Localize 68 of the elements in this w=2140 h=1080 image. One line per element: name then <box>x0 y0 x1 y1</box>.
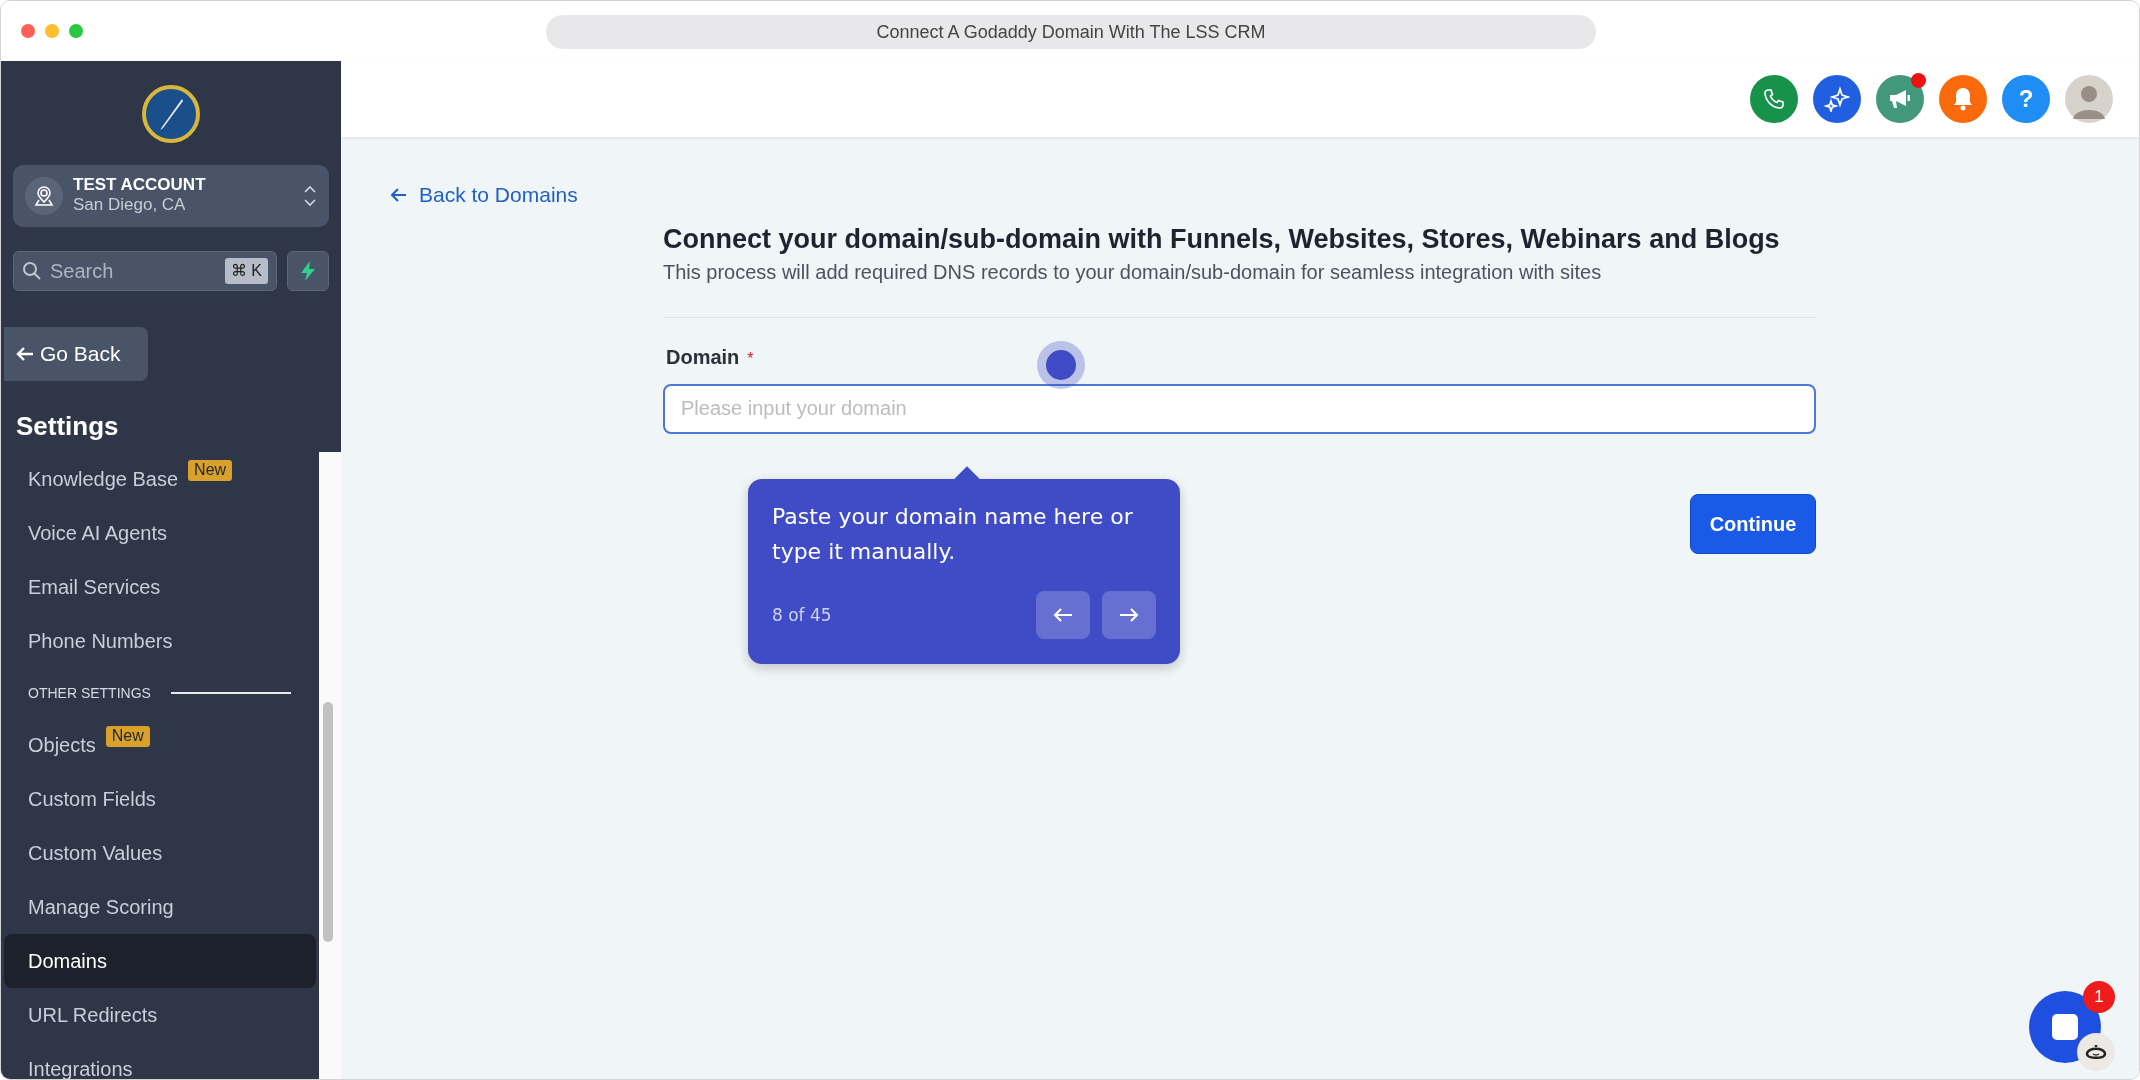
previous-button[interactable] <box>1036 591 1090 640</box>
sparkle-icon <box>1824 86 1850 112</box>
sidebar-item-label: Email Services <box>28 575 161 600</box>
announcements-button[interactable] <box>1876 75 1924 123</box>
step-counter: 8 of 45 <box>772 603 832 627</box>
sidebar-item[interactable]: Custom Fields <box>4 772 316 826</box>
next-button[interactable] <box>1102 591 1156 640</box>
sidebar-title: Settings <box>16 410 120 443</box>
location-icon <box>25 177 63 215</box>
notifications-button[interactable] <box>1939 75 1987 123</box>
bell-icon <box>1951 86 1975 112</box>
window-control-icon[interactable] <box>69 24 83 38</box>
continue-button[interactable]: Continue <box>1690 493 1816 554</box>
sidebar-item[interactable]: Custom Values <box>4 826 316 880</box>
sidebar-item[interactable]: Manage Scoring <box>4 880 316 934</box>
tour-text: Paste your domain name here or type it manually. <box>772 503 1134 567</box>
sidebar-item[interactable]: Email Services <box>4 560 316 614</box>
shortcut-hint: ⌘ K <box>224 258 268 284</box>
hotspot-marker <box>1037 341 1085 389</box>
sidebar-item-label: Custom Fields <box>28 787 156 812</box>
sidebar-item-label: Objects <box>28 733 96 758</box>
sidebar-item-label: Phone Numbers <box>28 629 173 654</box>
megaphone-icon <box>1887 87 1913 111</box>
sidebar-item[interactable]: Objects New <box>4 718 316 772</box>
account-name: TEST ACCOUNT <box>73 176 206 196</box>
left-arrow-icon <box>391 187 407 202</box>
field-label: Domain <box>666 345 740 368</box>
search-placeholder: Search <box>50 259 114 284</box>
scrollbar-thumb[interactable] <box>323 702 333 942</box>
sidebar-item-label: Knowledge Base <box>28 467 179 492</box>
sidebar-item-label: Domains <box>28 949 107 974</box>
unread-badge: 1 <box>2083 981 2115 1013</box>
sidebar-item-label: Manage Scoring <box>28 895 174 920</box>
sidebar-item-label: URL Redirects <box>28 1003 158 1028</box>
left-arrow-icon <box>16 346 34 362</box>
sidebar-item[interactable]: Knowledge Base New <box>4 452 316 506</box>
account-switcher[interactable]: TEST ACCOUNT San Diego, CA <box>13 165 329 227</box>
back-link[interactable]: Back to Domains <box>391 179 578 211</box>
window-control-icon[interactable] <box>21 24 35 38</box>
sidebar-item[interactable]: Phone Numbers <box>4 614 316 668</box>
required-mark: * <box>747 349 754 367</box>
phone-icon <box>1762 87 1786 111</box>
page-subtitle: This process will add required DNS records to your domain/sub-domain for seamless integration with sites <box>663 259 1603 285</box>
page-title: Connect your domain/sub-domain with Funnels, Websites, Stores, Webinars and Blogs <box>663 222 1781 255</box>
ai-button[interactable] <box>1813 75 1861 123</box>
avatar-placeholder[interactable] <box>2065 75 2113 123</box>
left-arrow-icon <box>1053 607 1073 624</box>
call-button[interactable] <box>1750 75 1798 123</box>
chevron-icon <box>303 184 317 208</box>
sidebar-item[interactable]: URL Redirects <box>4 988 316 1042</box>
window-title: Connect A Godaddy Domain With The LSS CRM <box>546 15 1596 49</box>
sidebar-item[interactable]: Domains <box>4 934 316 988</box>
chat-bubble-icon <box>2050 1012 2080 1042</box>
new-tag: New <box>105 726 150 747</box>
new-tag: New <box>188 460 233 481</box>
lightning-icon[interactable] <box>287 251 329 291</box>
section-heading: OTHER SETTINGS <box>4 668 316 718</box>
sidebar-item-label: Voice AI Agents <box>28 521 167 546</box>
right-arrow-icon <box>1119 607 1139 624</box>
logo-icon <box>142 85 200 143</box>
bot-face-icon <box>2077 1033 2115 1071</box>
go-back-button[interactable]: Go Back <box>4 327 148 381</box>
account-location: San Diego, CA <box>73 195 187 216</box>
search-field[interactable]: Search ⌘ K <box>13 251 277 291</box>
search-icon <box>22 261 42 281</box>
sidebar-item-label: Custom Values <box>28 841 163 866</box>
domain-input[interactable]: Please input your domain <box>663 383 1816 434</box>
sidebar-item[interactable]: Voice AI Agents <box>4 506 316 560</box>
